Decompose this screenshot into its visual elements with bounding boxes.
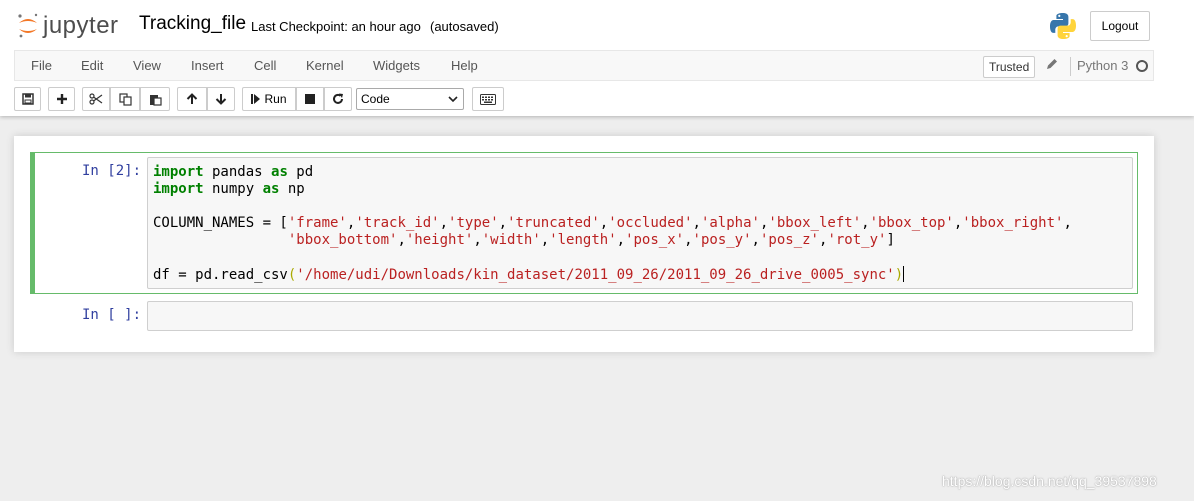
keyboard-icon [480,93,496,105]
code-line-7: df = pd.read_csv('/home/udi/Downloads/ki… [153,267,904,283]
menu-help[interactable]: Help [451,58,478,73]
paste-icon [149,94,162,106]
cell-prompt: In [2]: [82,163,142,179]
arrow-up-icon [186,93,198,104]
menu-cell[interactable]: Cell [254,58,276,73]
trusted-badge[interactable]: Trusted [983,56,1036,78]
string-literal: 'pos_y' [692,232,752,248]
cell-type-value: Code [361,92,390,106]
menu-widgets[interactable]: Widgets [373,58,420,73]
string-literal: 'alpha' [700,215,760,231]
string-literal: '/home/udi/Downloads/kin_dataset/2011_09… [296,267,895,283]
save-button[interactable] [14,87,41,111]
string-literal: 'pos_z' [759,232,819,248]
menubar: File Edit View Insert Cell Kernel Widget… [14,50,1154,81]
stop-icon [305,94,315,104]
autosave-status: (autosaved) [430,19,499,34]
jupyter-logo-icon [18,13,38,38]
string-literal: 'frame' [287,215,347,231]
close-paren: ) [894,267,904,283]
jupyter-logo-text: jupyter [43,12,119,39]
string-literal: 'height' [405,232,474,248]
keyword-as: as [271,164,288,180]
python-logo-icon [1050,13,1076,39]
pencil-icon[interactable] [1045,57,1059,71]
code-line-1: import pandas as pd [153,164,314,180]
kernel-separator [1070,57,1071,76]
header: jupyter Tracking_file Last Checkpoint: a… [0,0,1194,116]
cut-button[interactable] [82,87,110,111]
menu-file[interactable]: File [31,58,52,73]
watermark: https://blog.csdn.net/qq_39537898 [942,473,1157,489]
kernel-idle-indicator-icon [1136,60,1148,72]
keyword-import: import [153,164,204,180]
cell-prompt-empty: In [ ]: [82,307,142,323]
keyword-import: import [153,181,204,197]
command-palette-button[interactable] [472,87,504,111]
chevron-down-icon [448,96,458,103]
cell-type-select[interactable]: Code [356,88,464,110]
menu-view[interactable]: View [133,58,161,73]
run-button[interactable]: Run [242,87,296,111]
string-literal: 'bbox_top' [869,215,954,231]
refresh-icon [333,93,343,104]
code-editor[interactable]: import pandas as pd import numpy as np C… [147,157,1133,289]
insert-cell-button[interactable] [48,87,75,111]
move-up-button[interactable] [177,87,207,111]
string-literal: 'rot_y' [827,232,887,248]
scissors-icon [89,93,103,105]
paste-button[interactable] [140,87,170,111]
string-literal: 'type' [448,215,499,231]
string-literal: 'pos_x' [625,232,685,248]
string-literal: 'occluded' [608,215,693,231]
menu-kernel[interactable]: Kernel [306,58,344,73]
code-line-2: import numpy as np [153,181,305,197]
text-cursor [903,266,905,282]
step-forward-icon [251,94,261,104]
move-down-button[interactable] [207,87,235,111]
save-icon [21,93,34,105]
code-line-5: 'bbox_bottom','height','width','length',… [287,232,895,248]
code-line-4: COLUMN_NAMES = ['frame','track_id','type… [153,215,1072,231]
string-literal: 'length' [549,232,617,248]
code-text: import pandas as pd import numpy as np C… [153,164,1072,284]
restart-kernel-button[interactable] [324,87,352,111]
string-literal: 'bbox_bottom' [287,232,398,248]
run-label: Run [264,92,287,106]
arrow-down-icon [215,94,227,105]
empty-code-editor[interactable] [147,301,1133,331]
string-literal: 'width' [481,232,541,248]
interrupt-kernel-button[interactable] [296,87,324,111]
string-literal: 'track_id' [355,215,440,231]
copy-button[interactable] [110,87,140,111]
menu-insert[interactable]: Insert [191,58,224,73]
keyword-as: as [262,181,280,197]
logout-button[interactable]: Logout [1090,11,1150,41]
kernel-name[interactable]: Python 3 [1077,58,1128,73]
string-literal: 'bbox_right' [962,215,1064,231]
string-literal: 'bbox_left' [768,215,862,231]
plus-icon [56,94,67,104]
jupyter-logo[interactable]: jupyter [16,10,119,42]
notebook-name[interactable]: Tracking_file [139,13,246,35]
string-literal: 'truncated' [507,215,600,231]
copy-icon [118,92,132,106]
notebook-container: In [2]: import pandas as pd import numpy… [14,136,1154,352]
menu-edit[interactable]: Edit [81,58,103,73]
checkpoint-status: Last Checkpoint: an hour ago [251,19,421,34]
